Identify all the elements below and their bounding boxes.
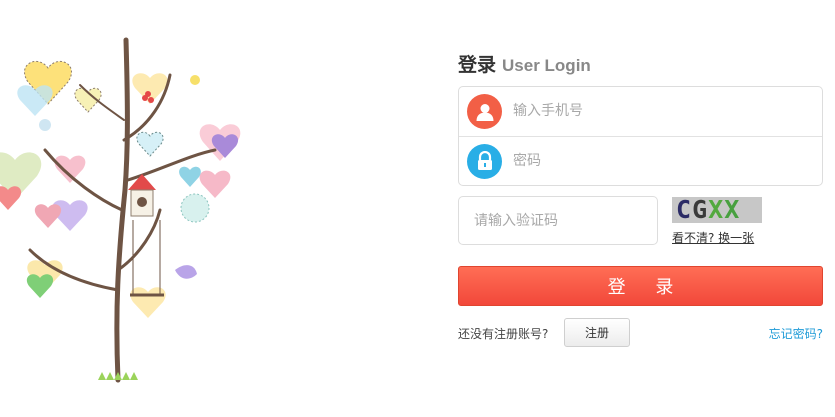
captcha-input[interactable] <box>458 196 658 245</box>
lock-icon <box>467 143 502 179</box>
captcha-char: G <box>692 197 709 223</box>
password-input[interactable] <box>513 145 813 177</box>
captcha-char: X <box>724 197 741 223</box>
captcha-char: X <box>708 197 725 223</box>
login-title-en: User Login <box>502 56 591 75</box>
login-title: 登录 User Login <box>458 50 591 77</box>
phone-row <box>459 87 822 136</box>
credentials-form <box>458 86 823 186</box>
tree-illustration <box>0 37 241 383</box>
login-title-cn: 登录 <box>458 54 497 76</box>
user-icon <box>467 94 502 129</box>
login-button[interactable]: 登 录 <box>458 266 823 306</box>
captcha-char: C <box>676 197 693 223</box>
register-button[interactable]: 注册 <box>564 318 630 347</box>
password-row <box>459 136 822 185</box>
phone-input[interactable] <box>513 95 813 127</box>
no-account-text: 还没有注册账号? <box>458 327 549 341</box>
forgot-password-link[interactable]: 忘记密码? <box>769 325 823 342</box>
captcha-image[interactable]: CGXX <box>672 197 762 223</box>
refresh-captcha-link[interactable]: 看不清? 换一张 <box>672 229 754 246</box>
captcha-text: CGXX <box>676 197 740 223</box>
